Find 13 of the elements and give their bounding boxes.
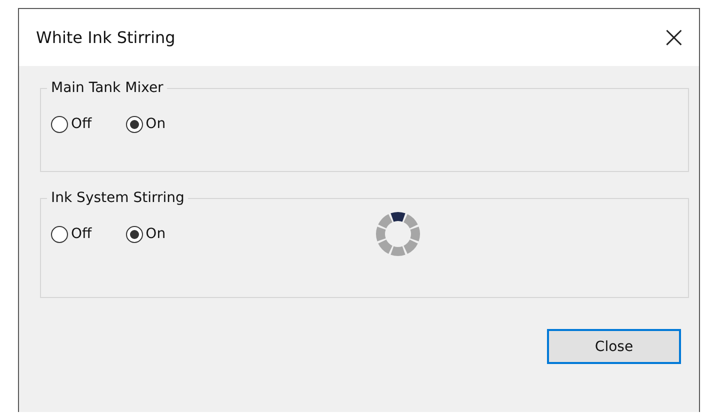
radio-label: Off <box>71 116 92 132</box>
window-title: White Ink Stirring <box>36 28 176 47</box>
radio-label: On <box>146 226 166 242</box>
close-button[interactable]: × <box>649 9 699 66</box>
radio-button[interactable] <box>126 116 143 132</box>
group-title: Ink System Stirring <box>50 190 186 206</box>
radio-label: Off <box>71 226 92 242</box>
radio-button[interactable] <box>51 116 68 132</box>
close-dialog-button[interactable]: Close <box>547 329 681 364</box>
radio-button[interactable] <box>51 226 68 242</box>
group-title: Main Tank Mixer <box>50 80 164 96</box>
radio-label: On <box>146 116 166 132</box>
radio-button[interactable] <box>126 226 143 242</box>
